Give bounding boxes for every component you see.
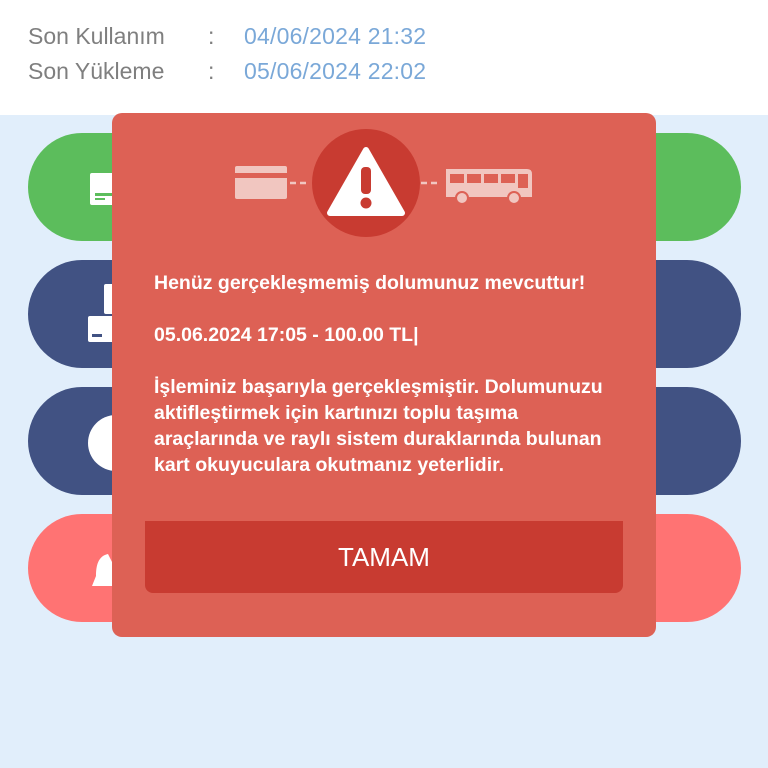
pending-load-dialog: Henüz gerçekleşmemiş dolumunuz mevcuttur… — [112, 113, 656, 637]
instruction-text: İşleminiz başarıyla gerçekleşmiştir. Dol… — [154, 376, 603, 476]
card-icon — [235, 166, 287, 199]
bus-icon — [446, 169, 532, 205]
pending-load-text: Henüz gerçekleşmemiş dolumunuz mevcuttur… — [154, 272, 586, 294]
card-to-bus-flow — [235, 129, 532, 237]
last-use-row: Son Kullanım : 04/06/2024 21:32 — [28, 19, 426, 53]
last-use-label: Son Kullanım — [28, 22, 165, 49]
separator: : — [208, 22, 215, 49]
ok-button[interactable]: TAMAM — [145, 521, 623, 593]
warning-icon — [312, 129, 420, 237]
last-load-label: Son Yükleme — [28, 57, 165, 84]
last-load-value: 05/06/2024 22:02 — [244, 57, 427, 84]
card-info-panel: Son Kullanım : 04/06/2024 21:32 Son Yükl… — [0, 0, 768, 115]
separator: : — [208, 57, 215, 84]
last-use-value: 04/06/2024 21:32 — [244, 22, 427, 49]
dialog-message: Henüz gerçekleşmemiş dolumunuz mevcuttur… — [154, 270, 624, 478]
load-detail-text: 05.06.2024 17:05 - 100.00 TL| — [154, 324, 419, 346]
last-load-row: Son Yükleme : 05/06/2024 22:02 — [28, 54, 426, 88]
